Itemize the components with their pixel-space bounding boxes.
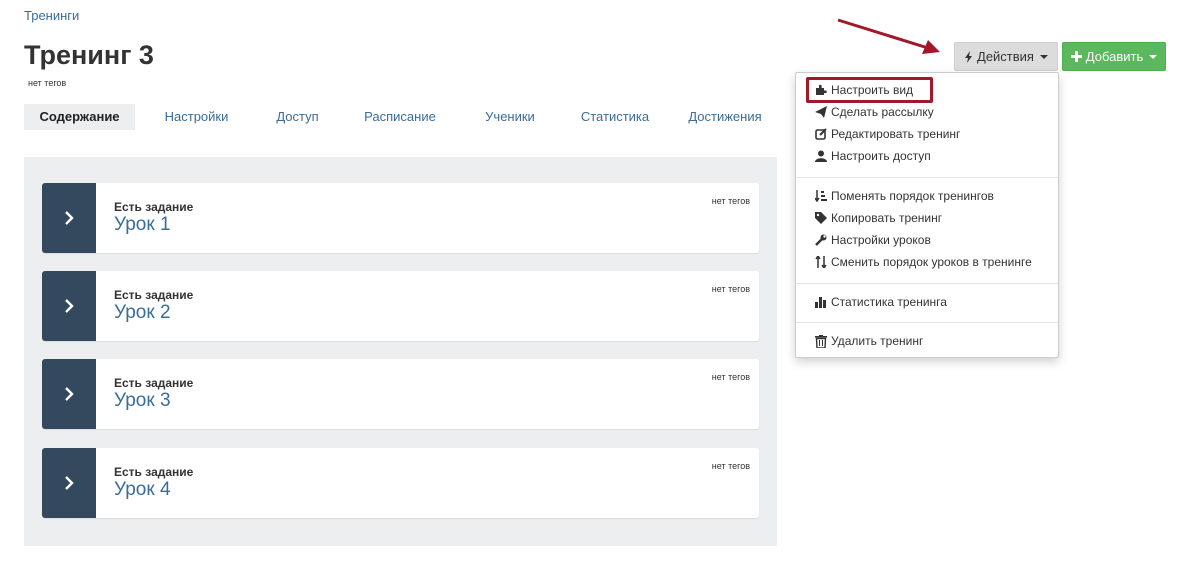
page-title: Тренинг 3 (24, 40, 154, 70)
menu-divider (796, 177, 1058, 178)
chevron-right-icon (65, 299, 74, 313)
menu-item-label: Копировать тренинг (831, 211, 943, 225)
tab-access[interactable]: Доступ (258, 104, 337, 130)
lesson-title-link[interactable]: Урок 4 (114, 479, 171, 501)
lesson-status: Есть задание (114, 200, 194, 214)
menu-item-reorder-trainings[interactable]: Поменять порядок тренингов (814, 186, 994, 206)
lessons-panel: Есть задание Урок 1 нет тегов Есть задан… (24, 157, 777, 546)
tab-settings[interactable]: Настройки (135, 104, 258, 130)
lesson-status: Есть задание (114, 288, 194, 302)
actions-dropdown-menu: Настроить вид Сделать рассылку Редактиро… (795, 72, 1059, 358)
lesson-card[interactable]: Есть задание Урок 2 нет тегов (42, 271, 759, 341)
lesson-status: Есть задание (114, 376, 194, 390)
wrench-icon (814, 233, 828, 247)
menu-item-label: Сменить порядок уроков в тренинге (831, 255, 1032, 269)
lesson-expand-button[interactable] (42, 448, 96, 518)
menu-item-reorder-lessons[interactable]: Сменить порядок уроков в тренинге (814, 252, 1032, 272)
sort-icon (814, 189, 828, 203)
menu-item-label: Редактировать тренинг (831, 127, 961, 141)
lesson-expand-button[interactable] (42, 271, 96, 341)
lesson-status: Есть задание (114, 465, 194, 479)
lesson-tags: нет тегов (711, 284, 750, 294)
lesson-tags: нет тегов (711, 372, 750, 382)
lesson-title-link[interactable]: Урок 2 (114, 302, 171, 324)
trash-icon (814, 334, 828, 348)
annotation-arrow (837, 18, 940, 54)
menu-item-label: Удалить тренинг (831, 334, 924, 348)
menu-item-delete-training[interactable]: Удалить тренинг (814, 331, 923, 351)
lesson-card[interactable]: Есть задание Урок 3 нет тегов (42, 359, 759, 429)
add-button-label: Добавить (1085, 49, 1144, 64)
tab-bar: Содержание Настройки Доступ Расписание У… (24, 104, 777, 130)
menu-item-label: Настроить вид (831, 83, 914, 97)
send-icon (814, 105, 828, 119)
lesson-title-link[interactable]: Урок 3 (114, 390, 171, 412)
caret-down-icon (1149, 54, 1158, 59)
menu-divider (796, 322, 1058, 323)
bar-chart-icon (814, 295, 828, 309)
menu-item-customize-view[interactable]: Настроить вид (814, 80, 913, 100)
puzzle-icon (814, 83, 828, 97)
user-icon (814, 149, 828, 163)
training-tags: нет тегов (28, 78, 67, 88)
menu-item-copy-training[interactable]: Копировать тренинг (814, 208, 942, 228)
menu-divider (796, 283, 1058, 284)
actions-button-label: Действия (977, 49, 1034, 64)
actions-button[interactable]: Действия (954, 42, 1058, 71)
menu-item-configure-access[interactable]: Настроить доступ (814, 146, 931, 166)
lesson-title-link[interactable]: Урок 1 (114, 214, 171, 236)
tags-icon (814, 211, 828, 225)
edit-icon (814, 127, 828, 141)
menu-item-lesson-settings[interactable]: Настройки уроков (814, 230, 931, 250)
breadcrumb-trainings-link[interactable]: Тренинги (24, 8, 79, 23)
add-button[interactable]: Добавить (1062, 42, 1166, 71)
chevron-right-icon (65, 387, 74, 401)
menu-item-send-mailing[interactable]: Сделать рассылку (814, 102, 934, 122)
tab-statistics[interactable]: Статистика (557, 104, 673, 130)
lesson-tags: нет тегов (711, 461, 750, 471)
tab-achievements[interactable]: Достижения (673, 104, 777, 130)
menu-item-label: Статистика тренинга (831, 295, 947, 309)
menu-item-label: Поменять порядок тренингов (831, 189, 994, 203)
caret-down-icon (1039, 54, 1048, 59)
lesson-expand-button[interactable] (42, 359, 96, 429)
menu-item-label: Сделать рассылку (831, 105, 934, 119)
bolt-icon (965, 50, 973, 63)
tab-students[interactable]: Ученики (463, 104, 557, 130)
menu-item-label: Настройки уроков (831, 233, 931, 247)
menu-item-edit-training[interactable]: Редактировать тренинг (814, 124, 960, 144)
lesson-card[interactable]: Есть задание Урок 4 нет тегов (42, 448, 759, 518)
lesson-expand-button[interactable] (42, 183, 96, 253)
tab-content[interactable]: Содержание (24, 104, 135, 130)
tab-schedule[interactable]: Расписание (337, 104, 463, 130)
chevron-right-icon (65, 211, 74, 225)
menu-item-label: Настроить доступ (831, 149, 931, 163)
lesson-card[interactable]: Есть задание Урок 1 нет тегов (42, 183, 759, 253)
lesson-tags: нет тегов (711, 196, 750, 206)
plus-icon (1070, 51, 1082, 62)
menu-item-training-statistics[interactable]: Статистика тренинга (814, 292, 947, 312)
sort-arrows-icon (814, 255, 828, 269)
chevron-right-icon (65, 476, 74, 490)
